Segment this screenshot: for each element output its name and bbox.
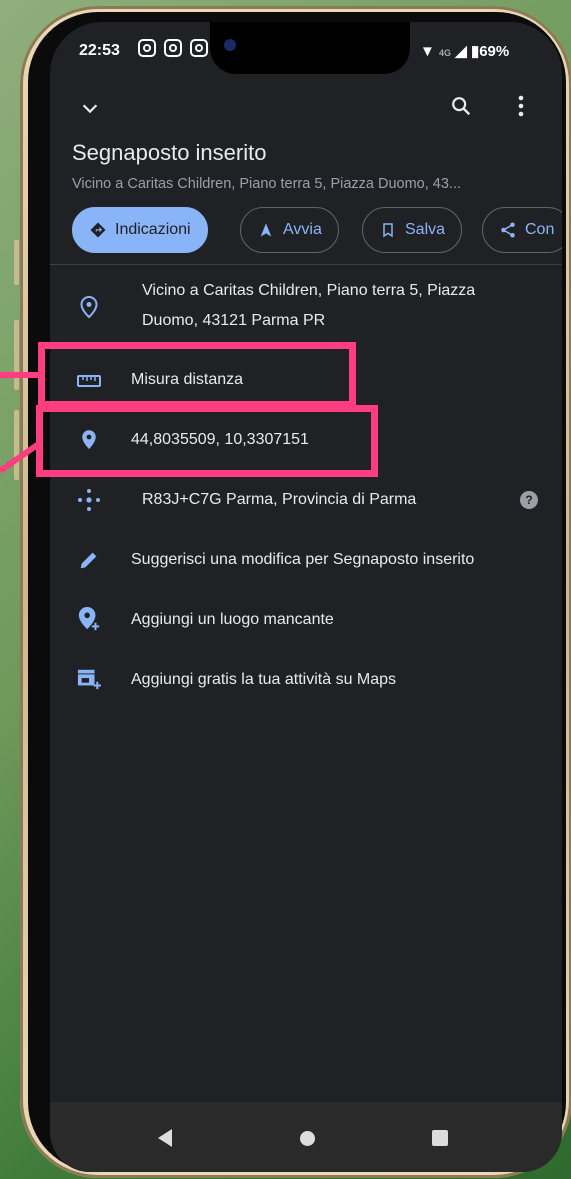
highlight-box-coordinates <box>36 405 378 477</box>
share-icon <box>499 221 517 239</box>
instagram-icon <box>138 39 156 57</box>
home-icon[interactable] <box>300 1131 315 1146</box>
place-subtitle: Vicino a Caritas Children, Piano terra 5… <box>72 176 462 192</box>
save-button[interactable]: Salva <box>362 207 463 253</box>
plus-code-row[interactable]: R83J+C7G Parma, Provincia di Parma ? <box>50 482 562 522</box>
help-icon[interactable]: ? <box>520 491 538 509</box>
share-button[interactable]: Con <box>482 207 562 253</box>
start-button[interactable]: Avvia <box>240 207 339 253</box>
front-camera <box>224 39 236 51</box>
notification-icon <box>190 39 208 57</box>
plus-code-icon <box>76 487 102 513</box>
address-line-1: Vicino a Caritas Children, Piano terra 5… <box>142 282 476 299</box>
add-missing-place-label: Aggiungi un luogo mancante <box>131 611 334 628</box>
recent-apps-icon[interactable] <box>432 1130 448 1146</box>
bookmark-icon <box>379 221 397 239</box>
wifi-icon: ▼ <box>420 43 435 60</box>
plus-code-label: R83J+C7G Parma, Provincia di Parma <box>142 491 417 508</box>
place-title: Segnaposto inserito <box>72 140 267 165</box>
network-type: 4G <box>439 48 452 58</box>
address-line-2: Duomo, 43121 Parma PR <box>142 312 326 329</box>
more-options-icon[interactable] <box>503 88 539 124</box>
battery-icon: ▮ <box>470 43 480 60</box>
add-business-label: Aggiungi gratis la tua attività su Maps <box>131 671 397 688</box>
directions-icon <box>89 221 107 239</box>
share-label: Con <box>525 221 555 238</box>
camera-notch <box>210 22 410 74</box>
save-label: Salva <box>405 221 446 238</box>
suggest-edit-row[interactable]: Suggerisci una modifica per Segnaposto i… <box>50 542 562 582</box>
status-bar: 22:53 ▼ 4G ◢ ▮69% <box>50 22 562 82</box>
back-icon[interactable] <box>158 1129 172 1147</box>
pointer-line <box>0 372 42 378</box>
add-business-icon <box>76 666 102 692</box>
status-time: 22:53 <box>79 42 120 59</box>
start-label: Avvia <box>283 221 322 238</box>
location-outline-icon <box>76 294 102 320</box>
phone-side-button <box>14 320 19 390</box>
navigation-arrow-icon <box>257 221 275 239</box>
battery-level: 69% <box>479 43 510 60</box>
add-missing-place-row[interactable]: Aggiungi un luogo mancante <box>50 602 562 642</box>
phone-side-button <box>14 410 19 480</box>
highlight-box-measure <box>38 342 356 408</box>
add-location-icon <box>76 606 102 632</box>
system-navigation-bar <box>50 1102 562 1172</box>
phone-side-button <box>14 240 19 285</box>
status-indicators: ▼ 4G ◢ ▮69% <box>420 42 509 60</box>
suggest-edit-label: Suggerisci una modifica per Segnaposto i… <box>131 551 475 568</box>
top-app-bar <box>50 82 562 132</box>
pencil-icon <box>76 547 102 573</box>
divider <box>50 264 562 265</box>
action-chips: Indicazioni Avvia Salva Con <box>72 207 562 257</box>
directions-button[interactable]: Indicazioni <box>72 207 208 253</box>
signal-icon: ◢ <box>455 43 467 60</box>
add-business-row[interactable]: Aggiungi gratis la tua attività su Maps <box>50 662 562 702</box>
directions-label: Indicazioni <box>115 221 191 238</box>
search-icon[interactable] <box>443 88 479 124</box>
instagram-icon <box>164 39 182 57</box>
address-row[interactable]: Vicino a Caritas Children, Piano terra 5… <box>50 277 562 337</box>
screen: 22:53 ▼ 4G ◢ ▮69% Segnaposto inserito Vi… <box>50 22 562 1172</box>
chevron-down-icon[interactable] <box>72 90 108 126</box>
